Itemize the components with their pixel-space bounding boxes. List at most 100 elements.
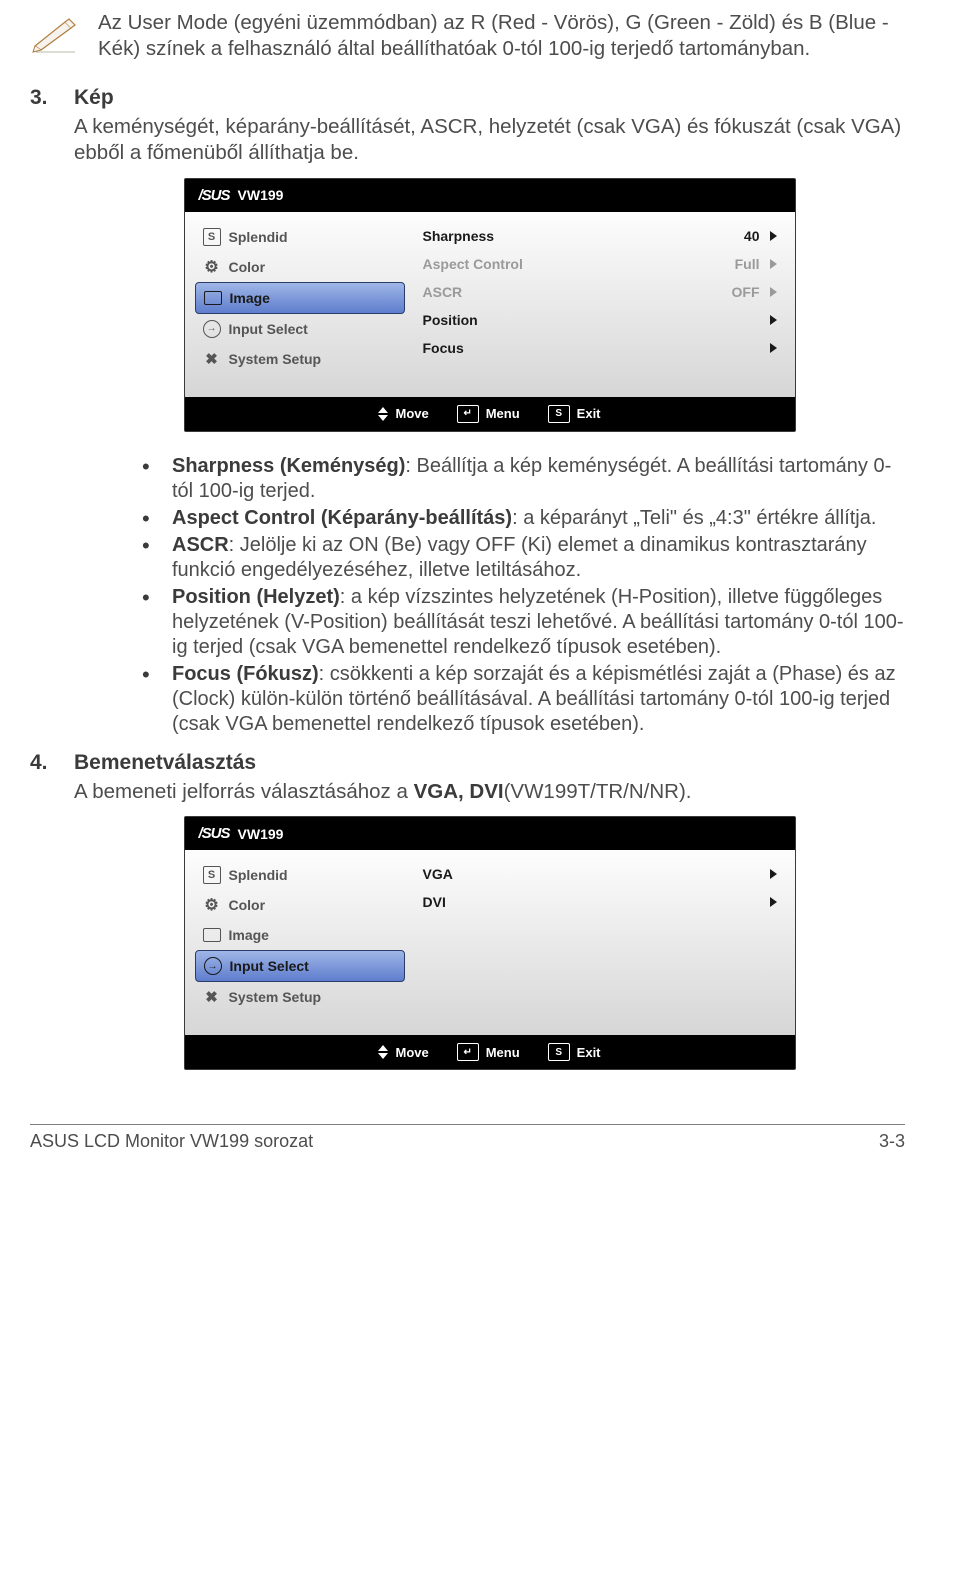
section-intro: A keménységét, képarány-beállításét, ASC… bbox=[74, 114, 905, 165]
updown-icon bbox=[378, 1045, 388, 1059]
s-icon: S bbox=[548, 405, 570, 423]
bullet-item: Aspect Control (Képarány-beállítás): a k… bbox=[130, 506, 905, 531]
osd-option-row: Position bbox=[419, 306, 781, 334]
osd-nav-item: → Input Select bbox=[195, 314, 405, 344]
osd-nav-label: Image bbox=[229, 927, 269, 943]
osd-nav-item: → Input Select bbox=[195, 950, 405, 982]
osd-nav-label: Splendid bbox=[229, 229, 288, 245]
chevron-right-icon bbox=[770, 315, 777, 325]
osd-nav-item: S Splendid bbox=[195, 860, 405, 890]
page-footer: ASUS LCD Monitor VW199 sorozat 3-3 bbox=[30, 1124, 905, 1152]
bullet-item: Position (Helyzet): a kép vízszintes hel… bbox=[130, 585, 905, 660]
osd-nav: S Splendid ⚙Color Image → Input Select ✖ System… bbox=[185, 850, 415, 1035]
s-icon: S bbox=[548, 1043, 570, 1061]
setup-icon: ✖ bbox=[203, 988, 221, 1006]
bullet-title: Aspect Control (Képarány-beállítás) bbox=[172, 507, 512, 529]
osd-nav: SSplendid ⚙ Color Image → Input Select ✖ System… bbox=[185, 212, 415, 397]
osd-option-row: VGA bbox=[419, 860, 781, 888]
footer-menu: Menu bbox=[486, 406, 520, 421]
note-text: Az User Mode (egyéni üzemmódban) az R (R… bbox=[98, 10, 905, 61]
osd-option-row: Focus bbox=[419, 334, 781, 362]
osd-option-name: VGA bbox=[423, 866, 453, 882]
osd-nav-label: Input Select bbox=[229, 321, 308, 337]
osd-nav-label: System Setup bbox=[229, 989, 322, 1005]
osd-model: VW199 bbox=[238, 187, 284, 203]
osd-header: /SUS VW199 bbox=[185, 817, 795, 850]
osd-nav-item: Image bbox=[195, 920, 405, 950]
osd-nav-label: Color bbox=[229, 259, 266, 275]
bullet-item: Sharpness (Keménység): Beállítja a kép k… bbox=[130, 454, 905, 504]
osd-option-value: 40 bbox=[744, 228, 760, 244]
footer-right: 3-3 bbox=[879, 1131, 905, 1152]
bullet-title: Focus (Fókusz) bbox=[172, 663, 319, 685]
footer-move: Move bbox=[395, 1045, 428, 1060]
osd-option-value: OFF bbox=[732, 284, 760, 300]
bullet-text: : Jelölje ki az ON (Be) vagy OFF (Ki) el… bbox=[172, 534, 867, 581]
section-number: 3. bbox=[30, 86, 54, 445]
chevron-right-icon bbox=[770, 343, 777, 353]
note-block: Az User Mode (egyéni üzemmódban) az R (R… bbox=[30, 10, 905, 61]
osd-option-row: Aspect ControlFull bbox=[419, 250, 781, 278]
footer-menu: Menu bbox=[486, 1045, 520, 1060]
osd-nav-item: ⚙ Color bbox=[195, 252, 405, 282]
section-3: 3. Kép A keménységét, képarány-beállítás… bbox=[30, 86, 905, 445]
footer-exit: Exit bbox=[577, 406, 601, 421]
section-intro: A bemeneti jelforrás választásához a VGA… bbox=[74, 779, 905, 805]
osd-options: Sharpness 40 Aspect ControlFull ASCR OFF Posi… bbox=[415, 212, 795, 397]
document-page: Az User Mode (egyéni üzemmódban) az R (R… bbox=[0, 0, 960, 1571]
color-icon: ⚙ bbox=[203, 896, 221, 914]
S-icon: S bbox=[203, 866, 221, 884]
osd-option-name: Sharpness bbox=[423, 228, 495, 244]
input-icon: → bbox=[203, 320, 221, 338]
section-4: 4. Bemenetválasztás A bemeneti jelforrás… bbox=[30, 751, 905, 1085]
osd-option-row: ASCR OFF bbox=[419, 278, 781, 306]
image-icon bbox=[204, 289, 222, 307]
image-icon bbox=[203, 926, 221, 944]
chevron-right-icon bbox=[770, 897, 777, 907]
osd-option-name: Position bbox=[423, 312, 478, 328]
osd-model: VW199 bbox=[238, 826, 284, 842]
color-icon: ⚙ bbox=[203, 258, 221, 276]
chevron-right-icon bbox=[770, 869, 777, 879]
osd-screenshot-image: /SUS VW199 SSplendid⚙ColorImage→Input Se… bbox=[184, 178, 796, 432]
section-title: Bemenetválasztás bbox=[74, 751, 905, 775]
asus-logo-icon: /SUS bbox=[199, 825, 230, 842]
osd-nav-item: SSplendid bbox=[195, 222, 405, 252]
osd-nav-item: ✖ System Setup bbox=[195, 982, 405, 1012]
footer-left: ASUS LCD Monitor VW199 sorozat bbox=[30, 1131, 313, 1152]
chevron-right-icon bbox=[770, 259, 777, 269]
bullet-title: Position (Helyzet) bbox=[172, 586, 340, 608]
footer-exit: Exit bbox=[577, 1045, 601, 1060]
bullet-title: Sharpness (Keménység) bbox=[172, 455, 405, 477]
section-number: 4. bbox=[30, 751, 54, 1085]
input-icon: → bbox=[204, 957, 222, 975]
osd-nav-label: System Setup bbox=[229, 351, 322, 367]
osd-option-name: Focus bbox=[423, 340, 464, 356]
osd-option-name: DVI bbox=[423, 894, 446, 910]
osd-nav-item: ⚙Color bbox=[195, 890, 405, 920]
osd-option-value: Full bbox=[735, 256, 760, 272]
osd-nav-label: Input Select bbox=[230, 958, 309, 974]
bullet-title: ASCR bbox=[172, 534, 229, 556]
enter-icon: ↵ bbox=[457, 405, 479, 423]
chevron-right-icon bbox=[770, 287, 777, 297]
updown-icon bbox=[378, 407, 388, 421]
osd-options: VGA DVI bbox=[415, 850, 795, 1035]
bullet-item: Focus (Fókusz): csökkenti a kép sorzaját… bbox=[130, 662, 905, 737]
bullet-list: Sharpness (Keménység): Beállítja a kép k… bbox=[90, 454, 905, 737]
chevron-right-icon bbox=[770, 231, 777, 241]
bullet-text: : a képarányt „Teli" és „4:3" értékre ál… bbox=[512, 507, 876, 529]
enter-icon: ↵ bbox=[457, 1043, 479, 1061]
asus-logo-icon: /SUS bbox=[199, 187, 230, 204]
osd-nav-label: Splendid bbox=[229, 867, 288, 883]
osd-option-name: ASCR bbox=[423, 284, 463, 300]
pen-note-icon bbox=[30, 14, 80, 56]
osd-footer: Move ↵ Menu S Exit bbox=[185, 1035, 795, 1069]
osd-footer: Move ↵Menu SExit bbox=[185, 397, 795, 431]
osd-nav-item: Image bbox=[195, 282, 405, 314]
osd-option-row: DVI bbox=[419, 888, 781, 916]
osd-screenshot-input: /SUS VW199 S Splendid ⚙Color Image → Input Se… bbox=[184, 816, 796, 1070]
osd-header: /SUS VW199 bbox=[185, 179, 795, 212]
setup-icon: ✖ bbox=[203, 350, 221, 368]
osd-option-row: Sharpness 40 bbox=[419, 222, 781, 250]
